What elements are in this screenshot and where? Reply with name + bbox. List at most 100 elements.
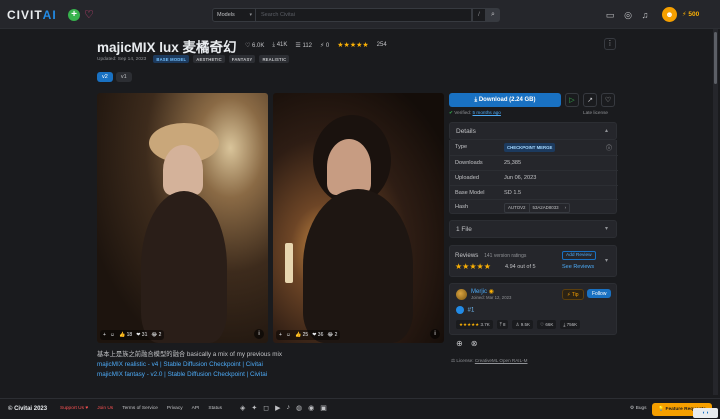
bugs-link[interactable]: ⚙ Bugs [630, 406, 647, 411]
search-type-select[interactable]: Models ▾ [212, 8, 256, 22]
search-input[interactable]: Search Civitai [256, 8, 472, 22]
instagram-icon[interactable]: ◻ [263, 404, 269, 412]
user-avatar[interactable]: ☻ [662, 7, 677, 22]
reaction-heart[interactable]: ❤ 36 [312, 332, 323, 338]
preview-image-1[interactable]: + ☺ 👍 18 ❤ 31 😂 2 i [97, 93, 268, 343]
collections-count: 112 [302, 42, 313, 49]
version-tab-v2[interactable]: v2 [97, 72, 113, 82]
footer-link-terms[interactable]: Terms of Service [122, 406, 158, 411]
tip-button[interactable]: ⚡ Tip [562, 289, 584, 300]
check-icon: ✔ [449, 110, 453, 115]
search-icon[interactable]: ⌕ [486, 8, 500, 22]
upload-monitor-icon[interactable]: ▭ [604, 9, 616, 21]
reaction-like[interactable]: 👍 18 [119, 332, 132, 338]
detail-row-hash: Hash AUTOV2 53A2AD8033 › [450, 199, 618, 213]
detail-row-base-model: Base Model SD 1.5 [450, 185, 618, 199]
reaction-laugh[interactable]: 😂 2 [327, 332, 337, 338]
collections-stat[interactable]: ☰ 112 [295, 42, 312, 49]
verified-prefix: Verified: [454, 110, 472, 115]
reddit-icon[interactable]: ◍ [296, 404, 302, 412]
tiktok-icon[interactable]: ♪ [286, 404, 290, 412]
add-review-button[interactable]: Add Review [562, 251, 596, 260]
more-options-icon[interactable]: ⋮ [604, 38, 616, 50]
detail-value: 25,385 [504, 160, 522, 166]
reaction-add[interactable]: + [103, 332, 106, 338]
rating-stars[interactable]: ★★★★★ [337, 41, 368, 49]
preview-image-2[interactable]: + ☺ 👍 25 ❤ 36 😂 2 i [273, 93, 444, 343]
github-icon[interactable]: ◉ [308, 404, 314, 412]
creator-stats: ★★★★★ 3.7K ⤒ 8 ♙ 9.5K ♡ 66K ⤓ 756K [456, 320, 581, 329]
share-icon[interactable]: ↗ [583, 93, 597, 107]
model-title: majicMIX lux 麦橘奇幻 [97, 40, 237, 55]
detail-key: Base Model [455, 190, 485, 196]
reaction-emoji[interactable]: ☺ [286, 332, 291, 338]
eye-off-icon[interactable]: ◎ [622, 9, 634, 21]
creator-avatar[interactable] [456, 289, 467, 300]
info-icon[interactable]: i [254, 329, 264, 339]
twitter-icon[interactable]: ✦ [251, 404, 257, 412]
files-accordion[interactable]: 1 File ▾ [449, 220, 617, 238]
reaction-emoji[interactable]: ☺ [110, 332, 115, 338]
footer-social-icons: ◈ ✦ ◻ ▶ ♪ ◍ ◉ ▣ [240, 404, 327, 412]
details-accordion[interactable]: Details ▴ [449, 122, 617, 140]
hash-selector[interactable]: AUTOV2 53A2AD8033 › [504, 202, 571, 213]
detail-key: Downloads [455, 160, 483, 166]
detail-value: Jun 06, 2023 [504, 175, 537, 181]
buzz-balance[interactable]: ⚡ 500 [682, 10, 699, 18]
tag-fantasy[interactable]: FANTASY [228, 55, 256, 63]
scrollbar-thumb[interactable] [714, 32, 717, 84]
footer-copyright: © Civitai 2023 [8, 406, 48, 412]
hash-value[interactable]: 53A2AD8033 [530, 204, 562, 212]
chevron-up-icon: ▴ [604, 128, 608, 134]
creator-name[interactable]: Merjic ◉ [471, 288, 494, 295]
chat-widget-icon[interactable]: ◐◑ [693, 408, 718, 418]
reaction-laugh[interactable]: 😂 2 [151, 332, 161, 338]
reaction-add[interactable]: + [279, 332, 282, 338]
twitch-icon[interactable]: ▣ [320, 404, 327, 412]
footer-link-join[interactable]: Join Us [97, 406, 113, 411]
youtube-icon[interactable]: ▶ [275, 404, 280, 412]
heart-icon[interactable]: ♡ [601, 93, 615, 107]
globe-icon[interactable]: ⊕ [456, 339, 463, 348]
heart-icon[interactable]: ♡ [84, 8, 94, 21]
tag-realistic[interactable]: REALISTIC [259, 55, 290, 63]
play-icon[interactable]: ▷ [565, 93, 579, 107]
footer-link-status[interactable]: Status [208, 406, 222, 411]
detail-row-downloads: Downloads 25,385 [450, 155, 618, 169]
footer-link-privacy[interactable]: Privacy [167, 406, 183, 411]
creator-likes-count: 66K [545, 321, 554, 327]
verified-time[interactable]: 5 months ago [473, 110, 501, 115]
footer-link-support[interactable]: Support Us ♥ [60, 406, 88, 411]
chevron-down-icon: ▾ [249, 12, 252, 18]
creator-followers-count: 9.5K [520, 321, 531, 327]
version-tabs: v2 v1 [97, 72, 132, 82]
tag-aesthetic[interactable]: AESTHETIC [193, 55, 225, 63]
civitai-logo[interactable]: CIVIT AI [7, 8, 57, 22]
likes-count: 6.0K [252, 42, 265, 49]
create-plus-icon[interactable]: + [68, 9, 80, 21]
downloads-stat: ⤓ 41K [272, 41, 288, 48]
body-shape [141, 191, 227, 343]
reaction-heart[interactable]: ❤ 31 [136, 332, 147, 338]
info-icon[interactable]: ⓘ [606, 143, 612, 152]
chevron-down-icon[interactable]: ▾ [605, 257, 608, 264]
tips-stat[interactable]: ⚡ 0 [320, 42, 329, 49]
info-icon[interactable]: i [430, 329, 440, 339]
version-tab-v1[interactable]: v1 [115, 72, 132, 82]
likes-stat[interactable]: ♡ 6.0K [245, 42, 264, 49]
follow-button[interactable]: Follow [587, 289, 612, 298]
see-reviews-link[interactable]: See Reviews [562, 264, 594, 270]
discord-icon[interactable]: ◈ [240, 404, 245, 412]
description-link-realistic[interactable]: majicMIX realistic - v4 | Stable Diffusi… [97, 360, 282, 370]
creator-social-links: ⊕ ⊗ [456, 339, 477, 348]
download-button[interactable]: ⤓ Download (2.24 GB) [449, 93, 561, 107]
tips-count: 0 [325, 42, 330, 49]
description-link-fantasy[interactable]: majicMIX fantasy - v2.0 | Stable Diffusi… [97, 370, 282, 380]
footer-link-api[interactable]: API [192, 406, 200, 411]
chevron-right-icon: › [564, 205, 567, 210]
link-icon[interactable]: ⊗ [471, 339, 478, 348]
reaction-like[interactable]: 👍 25 [295, 332, 308, 338]
search-shortcut-key: / [472, 8, 486, 22]
bell-icon[interactable]: ♫ [639, 9, 651, 21]
license-link[interactable]: CreativeML Open RAIL-M [475, 358, 528, 363]
